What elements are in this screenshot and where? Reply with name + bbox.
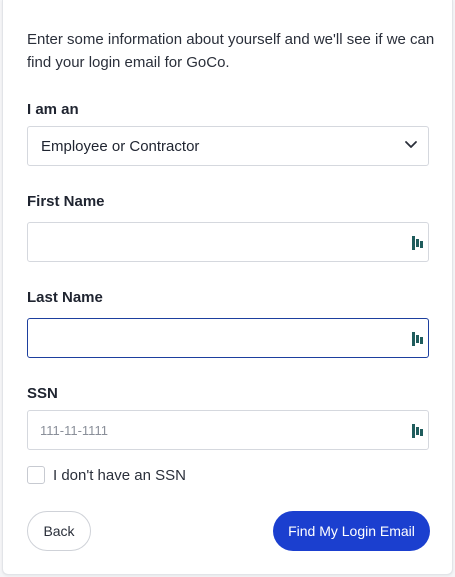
- back-button[interactable]: Back: [27, 511, 91, 551]
- password-manager-icon[interactable]: [412, 424, 423, 438]
- role-select[interactable]: Employee or Contractor: [27, 126, 429, 166]
- first-name-label: First Name: [27, 193, 105, 210]
- ssn-input[interactable]: [28, 411, 428, 449]
- no-ssn-label[interactable]: I don't have an SSN: [53, 467, 186, 484]
- first-name-field-wrapper: [27, 222, 429, 262]
- first-name-input[interactable]: [28, 223, 428, 261]
- role-select-value: Employee or Contractor: [41, 138, 200, 155]
- password-manager-icon[interactable]: [412, 332, 423, 346]
- password-manager-icon[interactable]: [412, 236, 423, 250]
- role-label: I am an: [27, 101, 79, 118]
- ssn-field-wrapper: [27, 410, 429, 450]
- ssn-label: SSN: [27, 385, 58, 402]
- find-login-card: Enter some information about yourself an…: [2, 0, 453, 575]
- chevron-down-icon: [405, 141, 417, 148]
- find-login-email-button[interactable]: Find My Login Email: [273, 511, 430, 551]
- intro-text: Enter some information about yourself an…: [27, 31, 435, 71]
- no-ssn-checkbox[interactable]: [27, 466, 45, 484]
- last-name-label: Last Name: [27, 289, 103, 306]
- last-name-input[interactable]: [28, 319, 428, 357]
- last-name-field-wrapper: [27, 318, 429, 358]
